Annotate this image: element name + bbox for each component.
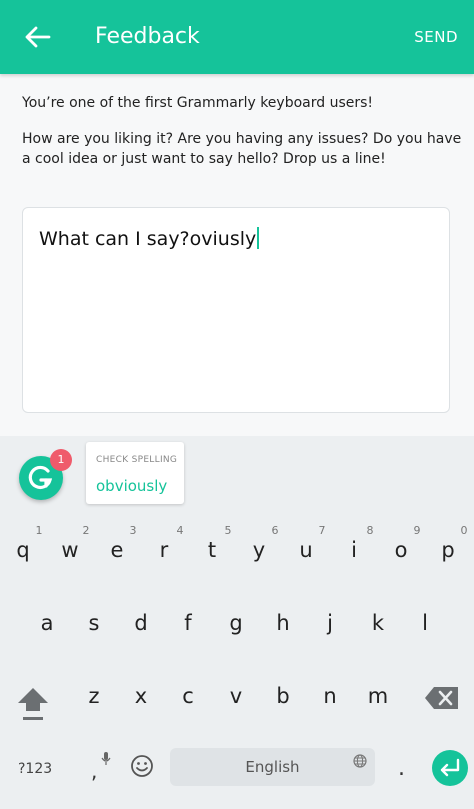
- space-bar[interactable]: English: [170, 748, 375, 786]
- keyboard: 1 CHECK SPELLING obviously 1 2 3 4 5 6 7…: [0, 436, 474, 809]
- key-hint: 9: [413, 524, 421, 537]
- symbols-key[interactable]: ?123: [18, 761, 52, 777]
- key-j[interactable]: j: [307, 611, 353, 635]
- key-hint: 8: [366, 524, 374, 537]
- suggestion-word: obviously: [96, 477, 168, 495]
- key-l[interactable]: l: [402, 611, 448, 635]
- key-e[interactable]: e: [94, 538, 140, 562]
- intro-text: You’re one of the first Grammarly keyboa…: [22, 93, 462, 169]
- feedback-input[interactable]: What can I say?oviusly: [22, 207, 450, 413]
- spelling-suggestion-card[interactable]: CHECK SPELLING obviously: [86, 442, 184, 504]
- key-t[interactable]: t: [189, 538, 235, 562]
- feedback-input-value: What can I say?oviusly: [39, 228, 257, 250]
- key-i[interactable]: i: [331, 538, 377, 562]
- key-z[interactable]: z: [71, 684, 117, 708]
- back-arrow-icon[interactable]: [22, 22, 52, 52]
- space-bar-label: English: [245, 758, 300, 776]
- key-o[interactable]: o: [378, 538, 424, 562]
- key-hint: 7: [318, 524, 326, 537]
- key-hint: 5: [224, 524, 232, 537]
- enter-button[interactable]: [432, 750, 468, 786]
- text-cursor: [257, 227, 260, 249]
- period-key[interactable]: .: [398, 756, 405, 781]
- key-r[interactable]: r: [141, 538, 187, 562]
- globe-icon: [353, 754, 367, 768]
- key-q[interactable]: q: [0, 538, 46, 562]
- shift-icon[interactable]: [16, 684, 50, 722]
- enter-icon: [440, 758, 460, 777]
- app-bar: Feedback SEND: [0, 0, 474, 74]
- key-p[interactable]: p: [425, 538, 471, 562]
- alert-count-badge: 1: [50, 449, 72, 471]
- key-g[interactable]: g: [213, 611, 259, 635]
- backspace-icon[interactable]: [424, 686, 460, 710]
- suggestion-label: CHECK SPELLING: [96, 455, 178, 465]
- key-hint: 2: [82, 524, 90, 537]
- key-d[interactable]: d: [118, 611, 164, 635]
- key-hint: 6: [271, 524, 279, 537]
- intro-line-2: How are you liking it? Are you having an…: [22, 131, 462, 167]
- key-hint: 3: [129, 524, 137, 537]
- key-hint: 0: [460, 524, 468, 537]
- key-n[interactable]: n: [307, 684, 353, 708]
- key-hint: 1: [35, 524, 43, 537]
- key-f[interactable]: f: [165, 611, 211, 635]
- page-title: Feedback: [95, 24, 200, 49]
- key-c[interactable]: c: [165, 684, 211, 708]
- key-a[interactable]: a: [24, 611, 70, 635]
- intro-line-1: You’re one of the first Grammarly keyboa…: [22, 95, 374, 111]
- key-v[interactable]: v: [213, 684, 259, 708]
- key-x[interactable]: x: [118, 684, 164, 708]
- key-y[interactable]: y: [236, 538, 282, 562]
- key-s[interactable]: s: [71, 611, 117, 635]
- key-k[interactable]: k: [355, 611, 401, 635]
- emoji-icon[interactable]: [130, 754, 154, 778]
- key-u[interactable]: u: [283, 538, 329, 562]
- key-h[interactable]: h: [260, 611, 306, 635]
- comma-key[interactable]: ,: [91, 759, 97, 783]
- mic-icon: [101, 752, 111, 765]
- key-b[interactable]: b: [260, 684, 306, 708]
- key-w[interactable]: w: [47, 538, 93, 562]
- send-button[interactable]: SEND: [414, 27, 458, 47]
- key-hint: 4: [176, 524, 184, 537]
- key-m[interactable]: m: [355, 684, 401, 708]
